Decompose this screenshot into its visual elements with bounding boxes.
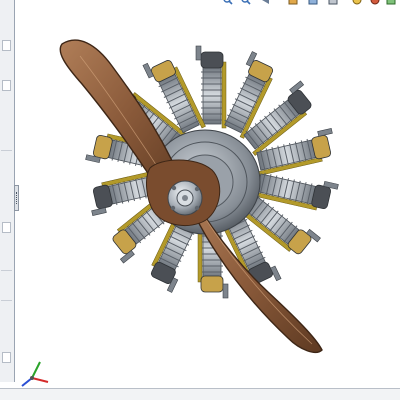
apply-scene-icon[interactable] (385, 0, 397, 5)
hide-show-icon[interactable] (351, 0, 363, 5)
graphics-area[interactable] (19, 6, 400, 388)
panel-divider (1, 270, 12, 271)
zoom-to-fit-icon[interactable] (222, 0, 234, 5)
previous-view-icon[interactable] (260, 0, 272, 5)
triad-y-axis (31, 361, 41, 379)
property-manager-panel[interactable] (0, 0, 15, 382)
panel-divider (1, 300, 12, 301)
panel-field[interactable] (2, 40, 11, 51)
panel-field[interactable] (2, 352, 11, 363)
zoom-to-area-icon[interactable] (240, 0, 252, 5)
status-bar (0, 388, 400, 400)
edit-appearance-icon[interactable] (369, 0, 381, 5)
panel-field[interactable] (2, 80, 11, 91)
panel-field[interactable] (2, 222, 11, 233)
solidworks-window (0, 0, 400, 400)
radial-engine-model[interactable] (19, 6, 400, 388)
reference-triad[interactable] (18, 356, 54, 388)
view-orientation-icon[interactable] (307, 0, 319, 5)
section-view-icon[interactable] (287, 0, 299, 5)
panel-divider (1, 150, 12, 151)
propeller-hub (167, 180, 203, 216)
triad-x-axis (31, 377, 49, 383)
display-style-icon[interactable] (327, 0, 339, 5)
